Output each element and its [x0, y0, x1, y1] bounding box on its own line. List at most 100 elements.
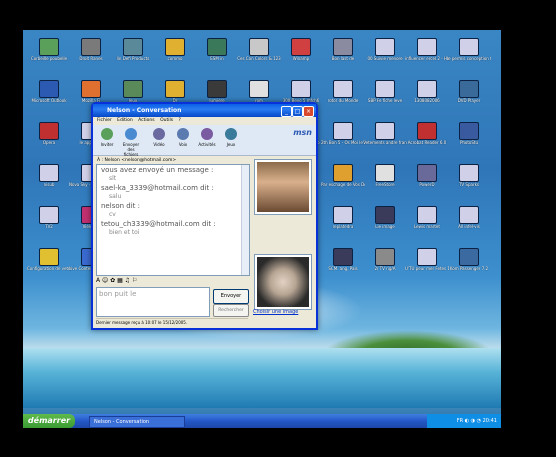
- send-files-button[interactable]: Envoyer des fichiers: [121, 128, 141, 157]
- desktop-icon-image: [459, 164, 479, 182]
- minimize-button[interactable]: _: [281, 106, 292, 117]
- system-tray[interactable]: FR ◐ ◑ ◔ 20:41: [427, 414, 501, 428]
- desktop-icon[interactable]: le permis conception fait: [447, 38, 491, 72]
- desktop-icon[interactable]: DVD Player: [447, 80, 491, 114]
- desktop-icon-label: All infel-vis: [458, 224, 480, 229]
- desktop-icon-label: Lewis martet: [414, 224, 440, 229]
- toolbar: Inviter Envoyer des fichiers Vidéo Voix …: [93, 125, 316, 157]
- desktop-icon-label: U'TU peur mer Fetes 1: [405, 266, 449, 271]
- desktop-icon-label: 00 Suivie menore: [367, 56, 403, 61]
- taskbar-item-conversation[interactable]: Nelson - Conversation: [89, 416, 185, 428]
- desktop-icon[interactable]: Winamp: [279, 38, 323, 72]
- desktop-icon[interactable]: Lie image: [363, 206, 407, 240]
- close-button[interactable]: ×: [303, 106, 314, 117]
- desktop-icon[interactable]: commo: [153, 38, 197, 72]
- window-titlebar[interactable]: Nelson - Conversation _ □ ×: [93, 104, 316, 117]
- menu-file[interactable]: Fichier: [97, 118, 112, 123]
- desktop-icon[interactable]: TV2: [27, 206, 71, 240]
- desktop-icon[interactable]: All infel-vis: [447, 206, 491, 240]
- desktop-icon-label: TV2: [45, 224, 53, 229]
- desktop-icon[interactable]: Acrobat Reader 6.0: [405, 122, 449, 156]
- search-button[interactable]: Rechercher: [213, 304, 249, 317]
- message-input[interactable]: bon puit le: [96, 287, 210, 317]
- desktop-icon-image: [375, 80, 395, 98]
- desktop-icon-image: [459, 206, 479, 224]
- desktop-icon[interactable]: influencer ercel 2 - Hait de: [405, 38, 449, 72]
- message-history[interactable]: vous avez envoyé un message : slt sael-k…: [96, 164, 250, 276]
- desktop-icon[interactable]: Opera: [27, 122, 71, 156]
- games-label: Jeux: [226, 142, 236, 147]
- voice-button[interactable]: Voix: [173, 128, 193, 147]
- desktop-icon-image: [417, 80, 437, 98]
- msn-logo: msn: [293, 128, 312, 137]
- desktop-icon[interactable]: Par eschage de Vos Dorlie du: [321, 164, 365, 198]
- menu-actions[interactable]: Actions: [138, 118, 154, 123]
- desktop-icon[interactable]: PhotoStu: [447, 122, 491, 156]
- desktop-icon-label: replatedra: [332, 224, 354, 229]
- desktop-icon[interactable]: PowerD: [405, 164, 449, 198]
- desktop-icon[interactable]: Ces Con Colors & 123: [237, 38, 281, 72]
- desktop-icon[interactable]: lin Defi Products: [111, 38, 155, 72]
- desktop-icon-label: SBP Fe fiche leve: [367, 98, 403, 103]
- menu-help[interactable]: ?: [179, 118, 181, 123]
- games-icon: [225, 128, 237, 140]
- invite-label: Inviter: [100, 142, 114, 147]
- desktop-icon[interactable]: replatedra: [321, 206, 365, 240]
- desktop-icon-label: DVD Player: [457, 98, 481, 103]
- desktop-icon-image: [39, 80, 59, 98]
- desktop-icon-label: influencer ercel 2 - Hait de: [405, 56, 449, 61]
- maximize-button[interactable]: □: [292, 106, 303, 117]
- desktop-icon[interactable]: 2th Bon 5 - Os Moi le 2: [321, 122, 365, 156]
- start-button[interactable]: démarrer: [23, 414, 75, 428]
- games-button[interactable]: Jeux: [221, 128, 241, 147]
- invite-button[interactable]: Inviter: [97, 128, 117, 147]
- desktop-icon-image: [417, 38, 437, 56]
- desktop-icon[interactable]: Droit Ranes: [69, 38, 113, 72]
- desktop-icon-image: [459, 38, 479, 56]
- desktop-icon[interactable]: Bon last de: [321, 38, 365, 72]
- desktop-icon[interactable]: 2/ TV rig/A: [363, 248, 407, 282]
- desktop-icon-label: 2th Bon 5 - Os Moi le 2: [321, 140, 365, 145]
- send-files-label: Envoyer des fichiers: [122, 142, 140, 157]
- activities-icon: [201, 128, 213, 140]
- desktop-icon[interactable]: ESM in: [195, 38, 239, 72]
- files-icon: [125, 128, 137, 140]
- contact-display-picture[interactable]: [255, 160, 311, 214]
- desktop-icon[interactable]: 1308082006: [405, 80, 449, 114]
- menu-tools[interactable]: Outils: [160, 118, 173, 123]
- desktop-icon[interactable]: Vetements andre fran: [363, 122, 407, 156]
- history-scrollbar[interactable]: [241, 165, 249, 275]
- menu-edit[interactable]: Edition: [117, 118, 133, 123]
- status-bar: Dernier message reçu à 10:07 le 15/12/20…: [96, 318, 248, 327]
- send-button[interactable]: Envoyer: [213, 289, 249, 304]
- video-button[interactable]: Vidéo: [149, 128, 169, 147]
- format-bar[interactable]: A ☺ ✿ ▦ ♫ ⚐: [96, 276, 248, 286]
- desktop-icon[interactable]: nisub: [27, 164, 71, 198]
- desktop-icon[interactable]: Lewis martet: [405, 206, 449, 240]
- desktop-icon-label: Configuration de vetres Indes: [27, 266, 71, 271]
- desktop-icon[interactable]: 00 Suivie menore: [363, 38, 407, 72]
- desktop-icon-label: Ces Con Colors & 123: [237, 56, 281, 61]
- activities-button[interactable]: Activités: [197, 128, 217, 147]
- desktop-icon[interactable]: Corbeille poubelle: [27, 38, 71, 72]
- desktop-icon[interactable]: Microsoft Outlook: [27, 80, 71, 114]
- desktop-icon-image: [123, 38, 143, 56]
- desktop-icon-image: [165, 38, 185, 56]
- desktop-icon-image: [333, 248, 353, 266]
- change-picture-link[interactable]: Choisir une image: [253, 309, 298, 315]
- desktop-icon[interactable]: TV Sparks: [447, 164, 491, 198]
- desktop-icon-label: lin Defi Products: [116, 56, 150, 61]
- my-display-picture[interactable]: [255, 255, 311, 309]
- desktop-icon[interactable]: U'TU peur mer Fetes 1: [405, 248, 449, 282]
- desktop-icon[interactable]: SCM. ang, Pais: [321, 248, 365, 282]
- desktop-icon[interactable]: Configuration de vetres Indes: [27, 248, 71, 282]
- desktop-icon[interactable]: SBP Fe fiche leve: [363, 80, 407, 114]
- desktop-icon-image: [375, 38, 395, 56]
- conversation-window[interactable]: Nelson - Conversation _ □ × Fichier Edit…: [91, 102, 318, 330]
- desktop-icon-image: [333, 80, 353, 98]
- desktop-icon[interactable]: Kom Passenger 7.2: [447, 248, 491, 282]
- desktop-icon[interactable]: rotor du Monde: [321, 80, 365, 114]
- voice-label: Voix: [178, 142, 188, 147]
- desktop-icon[interactable]: FreeStore: [363, 164, 407, 198]
- desktop-icon-image: [333, 206, 353, 224]
